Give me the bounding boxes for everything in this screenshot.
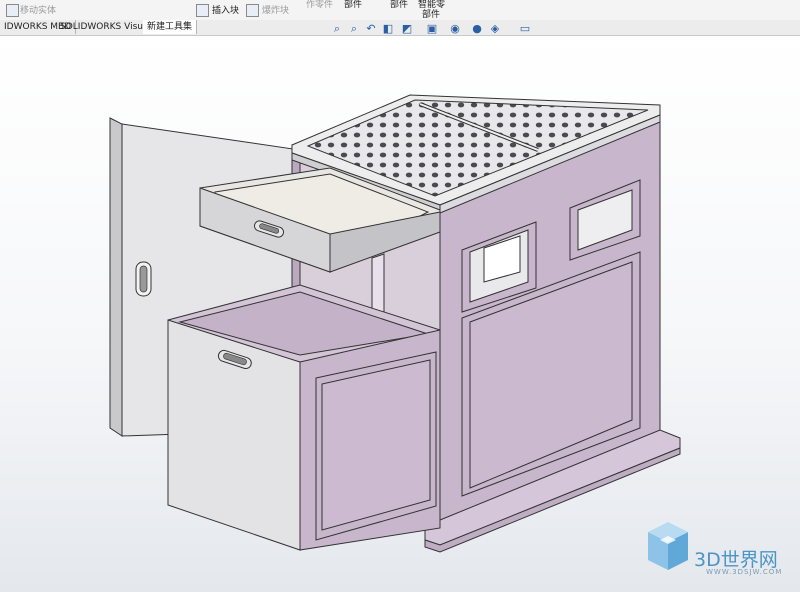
watermark-url: WWW.3DSJW.COM: [706, 568, 783, 576]
pull-out-bin[interactable]: [167, 284, 441, 551]
model-3d-cabinet[interactable]: [0, 0, 800, 592]
watermark-logo: [648, 522, 688, 570]
